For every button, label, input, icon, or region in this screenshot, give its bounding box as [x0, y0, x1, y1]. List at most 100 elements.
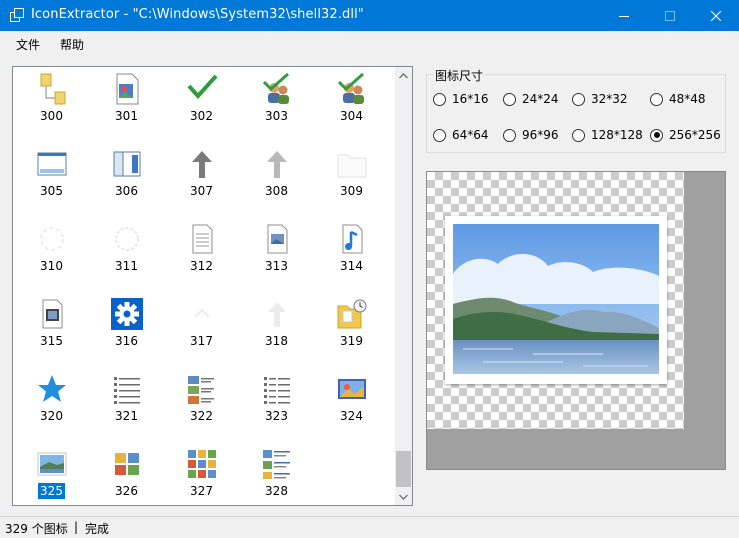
- details-list-icon: [264, 377, 290, 404]
- scroll-up-button[interactable]: [395, 67, 412, 84]
- icon-label: 308: [265, 184, 288, 198]
- title-bar: IconExtractor - "C:\Windows\System32\she…: [0, 0, 739, 31]
- radio-label: 96*96: [522, 128, 559, 142]
- list-item[interactable]: 327: [164, 442, 239, 505]
- close-icon: [711, 10, 721, 21]
- list-item[interactable]: 326: [89, 442, 164, 505]
- icon-label: 320: [40, 409, 63, 423]
- icon-label: 312: [190, 259, 213, 273]
- close-button[interactable]: [693, 0, 739, 31]
- icon-label: 304: [340, 109, 363, 123]
- menu-help[interactable]: 帮助: [60, 36, 84, 53]
- list-item[interactable]: 323: [239, 367, 314, 442]
- icon-label: 306: [115, 184, 138, 198]
- radio-48[interactable]: 48*48: [650, 91, 706, 107]
- radio-32[interactable]: 32*32: [572, 91, 628, 107]
- radio-24[interactable]: 24*24: [503, 91, 559, 107]
- icon-size-legend: 图标尺寸: [433, 67, 486, 84]
- list-item[interactable]: 316: [89, 292, 164, 367]
- faint-ring-icon: [40, 227, 64, 251]
- radio-circle: [503, 92, 516, 106]
- icon-label: 322: [190, 409, 213, 423]
- status-separator: |: [74, 520, 79, 534]
- list-item[interactable]: 312: [164, 217, 239, 292]
- list-item[interactable]: 321: [89, 367, 164, 442]
- photo-frame-icon: [338, 379, 366, 399]
- list-item[interactable]: 306: [89, 142, 164, 217]
- list-item[interactable]: 301: [89, 67, 164, 142]
- icon-label: 303: [265, 109, 288, 123]
- list-item[interactable]: 300: [14, 67, 89, 142]
- blank-folder-icon: [337, 154, 367, 178]
- radio-96[interactable]: 96*96: [503, 127, 559, 143]
- status-text: 完成: [85, 522, 110, 536]
- radio-64[interactable]: 64*64: [433, 127, 489, 143]
- minimize-button[interactable]: [601, 0, 647, 31]
- list-item[interactable]: 303: [239, 67, 314, 142]
- list-item[interactable]: 313: [239, 217, 314, 292]
- icon-label: 323: [265, 409, 288, 423]
- shortcut-overlay-icon: [40, 73, 66, 105]
- faint-chevron-icon: [194, 308, 210, 318]
- green-checkmark-icon: [187, 74, 218, 99]
- icon-label: 311: [115, 259, 138, 273]
- list-item[interactable]: 309: [314, 142, 389, 217]
- radio-circle-selected: [650, 128, 663, 142]
- arrow-up-icon: [192, 151, 212, 178]
- radio-128[interactable]: 128*128: [572, 127, 643, 143]
- icon-label: 321: [115, 409, 138, 423]
- users-check-icon: [337, 72, 364, 104]
- blue-star-icon: [38, 375, 66, 402]
- list-item[interactable]: 310: [14, 217, 89, 292]
- list-item[interactable]: 308: [239, 142, 314, 217]
- gear-icon: [111, 298, 143, 330]
- scroll-thumb[interactable]: [396, 451, 411, 487]
- content-list-icon: [263, 450, 290, 479]
- list-item[interactable]: 305: [14, 142, 89, 217]
- minimize-icon: [619, 15, 629, 17]
- list-item[interactable]: 322: [164, 367, 239, 442]
- list-item[interactable]: 324: [314, 367, 389, 442]
- scroll-down-button[interactable]: [395, 488, 412, 505]
- window-columns-icon: [113, 151, 141, 177]
- image-document-icon: [267, 224, 288, 254]
- faint-arrow-up-icon: [268, 302, 286, 327]
- radio-256[interactable]: 256*256: [650, 127, 721, 143]
- radio-circle: [503, 128, 516, 142]
- list-item[interactable]: 328: [239, 442, 314, 505]
- menu-bar: 文件 帮助: [0, 31, 739, 56]
- icon-label: 328: [265, 484, 288, 498]
- list-item[interactable]: 311: [89, 217, 164, 292]
- icon-label: 309: [340, 184, 363, 198]
- list-item[interactable]: 304: [314, 67, 389, 142]
- maximize-button[interactable]: [647, 0, 693, 31]
- list-item[interactable]: 318: [239, 292, 314, 367]
- icon-label: 313: [265, 259, 288, 273]
- menu-file[interactable]: 文件: [16, 36, 40, 53]
- radio-label: 256*256: [669, 128, 721, 142]
- list-item[interactable]: 314: [314, 217, 389, 292]
- icon-label: 319: [340, 334, 363, 348]
- icon-label: 317: [190, 334, 213, 348]
- icon-label: 315: [40, 334, 63, 348]
- icon-size-group: 图标尺寸 16*16 24*24 32*32 48*48 64*64 96*96…: [426, 67, 726, 153]
- status-bar: 329 个图标 | 完成: [0, 516, 739, 538]
- radio-label: 48*48: [669, 92, 706, 106]
- radio-16[interactable]: 16*16: [433, 91, 489, 107]
- thumbnail-grid-icon: [115, 453, 139, 475]
- vertical-scrollbar[interactable]: [395, 67, 412, 505]
- radio-circle: [650, 92, 663, 106]
- icon-label: 325: [38, 483, 65, 499]
- list-item[interactable]: 302: [164, 67, 239, 142]
- list-item[interactable]: 325: [14, 442, 89, 505]
- list-item[interactable]: 320: [14, 367, 89, 442]
- radio-circle: [572, 92, 585, 106]
- list-item[interactable]: 307: [164, 142, 239, 217]
- picture-document-icon: [116, 73, 139, 105]
- list-item[interactable]: 317: [164, 292, 239, 367]
- icon-list[interactable]: 300 301 302 303 304 305 306 307 308 309 …: [12, 66, 413, 506]
- radio-circle: [572, 128, 585, 142]
- icon-label: 301: [115, 109, 138, 123]
- list-item[interactable]: 319: [314, 292, 389, 367]
- list-item[interactable]: 315: [14, 292, 89, 367]
